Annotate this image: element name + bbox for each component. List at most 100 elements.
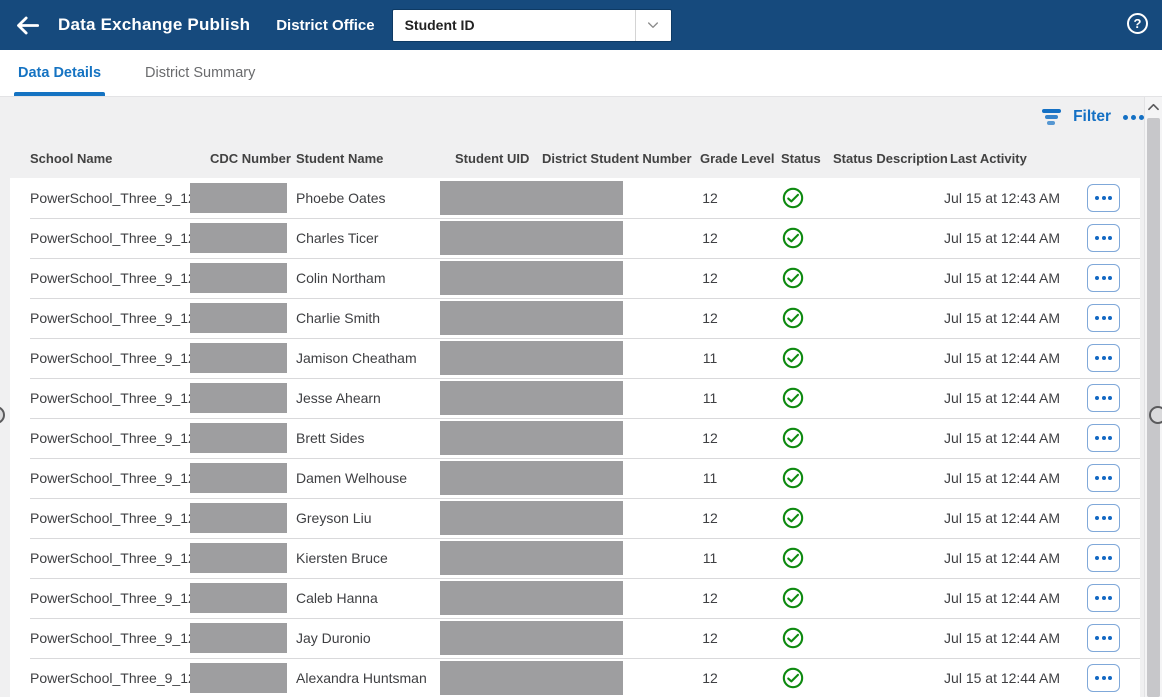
student-uid-redacted-cell [440, 661, 623, 695]
table-row: PowerSchool_Three_9_12 Charles Ticer 12 … [10, 218, 1140, 258]
row-actions-button[interactable] [1087, 504, 1120, 532]
table-row: PowerSchool_Three_9_12 Phoebe Oates 12 J… [10, 178, 1140, 218]
row-actions-button[interactable] [1087, 344, 1120, 372]
student-name-cell: Charles Ticer [296, 230, 379, 246]
student-name-cell: Jamison Cheatham [296, 350, 417, 366]
context-label: District Office [276, 16, 375, 34]
cdc-number-redacted-cell [190, 383, 287, 413]
active-tab-underline [14, 92, 106, 96]
student-uid-redacted-cell [440, 181, 623, 215]
tab-label: District Summary [145, 65, 256, 81]
column-header-student-uid: Student UID [455, 151, 530, 166]
table-row: PowerSchool_Three_9_12 Alexandra Huntsma… [10, 658, 1140, 697]
help-icon[interactable]: ? [1127, 13, 1148, 34]
grade-level-cell: 12 [702, 430, 718, 446]
school-name-cell: PowerSchool_Three_9_12 [30, 310, 196, 326]
status-success-check-icon [782, 467, 804, 489]
table-row: PowerSchool_Three_9_12 Brett Sides 12 Ju… [10, 418, 1140, 458]
school-name-cell: PowerSchool_Three_9_12 [30, 550, 196, 566]
row-actions-button[interactable] [1087, 304, 1120, 332]
chevron-down-icon[interactable] [634, 9, 671, 41]
more-options-icon[interactable] [1123, 114, 1144, 120]
student-uid-redacted-cell [440, 461, 623, 495]
table-toolbar: Filter [1041, 102, 1144, 132]
grade-level-cell: 11 [702, 390, 718, 406]
student-uid-redacted-cell [440, 421, 623, 455]
last-activity-cell: Jul 15 at 12:44 AM [944, 350, 1060, 366]
row-actions-button[interactable] [1087, 424, 1120, 452]
column-header-status-description: Status Description [833, 151, 948, 166]
student-name-cell: Jay Duronio [296, 630, 371, 646]
status-success-check-icon [782, 667, 804, 689]
status-success-check-icon [782, 387, 804, 409]
row-actions-button[interactable] [1087, 184, 1120, 212]
table-row: PowerSchool_Three_9_12 Caleb Hanna 12 Ju… [10, 578, 1140, 618]
tab-data-details[interactable]: Data Details [14, 50, 106, 96]
cdc-number-redacted-cell [190, 623, 287, 653]
grade-level-cell: 11 [702, 550, 718, 566]
page-content: Filter School Name CDC Number Student Na… [0, 97, 1162, 697]
last-activity-cell: Jul 15 at 12:44 AM [944, 670, 1060, 686]
row-actions-button[interactable] [1087, 264, 1120, 292]
column-header-status: Status [781, 151, 821, 166]
row-actions-button[interactable] [1087, 664, 1120, 692]
table-body: PowerSchool_Three_9_12 Phoebe Oates 12 J… [10, 178, 1140, 697]
last-activity-cell: Jul 15 at 12:44 AM [944, 230, 1060, 246]
student-name-cell: Jesse Ahearn [296, 390, 381, 406]
filter-icon[interactable] [1041, 109, 1061, 125]
school-name-cell: PowerSchool_Three_9_12 [30, 270, 196, 286]
student-name-cell: Alexandra Huntsman [296, 670, 427, 686]
scrollbar-up-arrow-icon[interactable] [1145, 99, 1162, 115]
status-success-check-icon [782, 507, 804, 529]
student-id-dropdown[interactable]: Student ID [391, 8, 672, 42]
top-header-bar: Data Exchange Publish District Office St… [0, 0, 1162, 50]
grade-level-cell: 12 [702, 630, 718, 646]
last-activity-cell: Jul 15 at 12:44 AM [944, 550, 1060, 566]
row-actions-button[interactable] [1087, 464, 1120, 492]
filter-button[interactable]: Filter [1073, 108, 1111, 126]
cdc-number-redacted-cell [190, 463, 287, 493]
app-window: Data Exchange Publish District Office St… [0, 0, 1162, 697]
grade-level-cell: 12 [702, 510, 718, 526]
dropdown-selected-value: Student ID [404, 17, 475, 33]
back-arrow-icon[interactable] [12, 10, 42, 40]
grade-level-cell: 12 [702, 310, 718, 326]
pan-right-handle-icon[interactable] [1149, 406, 1162, 424]
grade-level-cell: 11 [702, 350, 718, 366]
cdc-number-redacted-cell [190, 183, 287, 213]
status-success-check-icon [782, 627, 804, 649]
student-uid-redacted-cell [440, 221, 623, 255]
student-uid-redacted-cell [440, 381, 623, 415]
table-row: PowerSchool_Three_9_12 Charlie Smith 12 … [10, 298, 1140, 338]
school-name-cell: PowerSchool_Three_9_12 [30, 590, 196, 606]
student-name-cell: Phoebe Oates [296, 190, 386, 206]
grade-level-cell: 12 [702, 590, 718, 606]
grade-level-cell: 11 [702, 470, 718, 486]
cdc-number-redacted-cell [190, 543, 287, 573]
row-actions-button[interactable] [1087, 224, 1120, 252]
status-success-check-icon [782, 427, 804, 449]
table-header-row: School Name CDC Number Student Name Stud… [0, 140, 1162, 178]
cdc-number-redacted-cell [190, 583, 287, 613]
student-name-cell: Damen Welhouse [296, 470, 408, 486]
row-actions-button[interactable] [1087, 624, 1120, 652]
row-actions-button[interactable] [1087, 544, 1120, 572]
school-name-cell: PowerSchool_Three_9_12 [30, 390, 196, 406]
school-name-cell: PowerSchool_Three_9_12 [30, 470, 196, 486]
cdc-number-redacted-cell [190, 663, 287, 693]
cdc-number-redacted-cell [190, 263, 287, 293]
student-uid-redacted-cell [440, 261, 623, 295]
cdc-number-redacted-cell [190, 423, 287, 453]
student-name-cell: Kiersten Bruce [296, 550, 388, 566]
tab-district-summary[interactable]: District Summary [141, 50, 259, 96]
school-name-cell: PowerSchool_Three_9_12 [30, 430, 196, 446]
row-actions-button[interactable] [1087, 584, 1120, 612]
column-header-school-name: School Name [30, 151, 113, 166]
last-activity-cell: Jul 15 at 12:44 AM [944, 310, 1060, 326]
table-row: PowerSchool_Three_9_12 Jamison Cheatham … [10, 338, 1140, 378]
vertical-scrollbar[interactable] [1144, 97, 1162, 697]
row-actions-button[interactable] [1087, 384, 1120, 412]
last-activity-cell: Jul 15 at 12:44 AM [944, 630, 1060, 646]
status-success-check-icon [782, 587, 804, 609]
status-success-check-icon [782, 267, 804, 289]
